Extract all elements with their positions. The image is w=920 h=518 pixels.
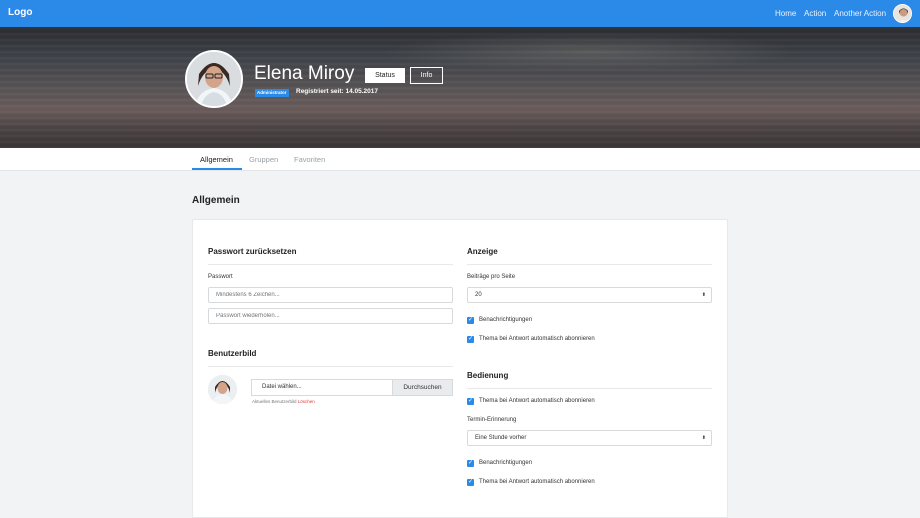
divider	[467, 388, 712, 389]
current-user-image	[208, 375, 237, 404]
nav-link-action[interactable]: Action	[804, 9, 826, 18]
display-section-title: Anzeige	[467, 247, 498, 256]
current-image-label: Aktuelles Benutzerbild	[252, 399, 297, 404]
password-repeat-input[interactable]	[208, 308, 453, 324]
notifications-label: Benachrichtigungen	[479, 460, 533, 466]
profile-tabs: Allgemein Gruppen Favoriten	[0, 148, 920, 171]
posts-per-page-select[interactable]: 20 ⬍	[467, 287, 712, 303]
reminder-label: Termin-Erinnerung	[467, 417, 517, 423]
status-button[interactable]: Status	[365, 68, 405, 83]
auto-subscribe-label: Thema bei Antwort automatisch abonnieren	[479, 479, 595, 485]
auto-subscribe-label: Thema bei Antwort automatisch abonnieren	[479, 398, 595, 404]
checkbox-checked-icon[interactable]: ✓	[467, 479, 474, 486]
tab-allgemein[interactable]: Allgemein	[200, 155, 233, 164]
nav-link-another-action[interactable]: Another Action	[834, 9, 886, 18]
divider	[208, 366, 453, 367]
user-image-section-title: Benutzerbild	[208, 349, 257, 358]
divider	[467, 264, 712, 265]
password-label: Passwort	[208, 274, 233, 280]
posts-per-page-label: Beiträge pro Seite	[467, 274, 516, 280]
tab-gruppen[interactable]: Gruppen	[249, 155, 278, 164]
profile-name: Elena Miroy	[254, 63, 355, 84]
current-image-hint: Aktuelles Benutzerbild Löschen	[252, 399, 315, 404]
profile-header	[0, 27, 920, 148]
select-arrows-icon: ⬍	[701, 292, 706, 298]
checkbox-checked-icon[interactable]: ✓	[467, 398, 474, 405]
notifications-label: Benachrichtigungen	[479, 317, 533, 323]
password-input[interactable]	[208, 287, 453, 303]
select-arrows-icon: ⬍	[701, 435, 706, 441]
profile-picture	[185, 50, 243, 108]
auto-subscribe-label: Thema bei Antwort automatisch abonnieren	[479, 336, 595, 342]
file-input[interactable]: Datei wählen...	[251, 379, 392, 396]
delete-image-link[interactable]: Löschen	[298, 399, 315, 404]
checkbox-checked-icon[interactable]: ✓	[467, 460, 474, 467]
info-button[interactable]: Info	[410, 67, 443, 84]
active-tab-indicator	[192, 168, 242, 170]
navbar: Logo Home Action Another Action	[0, 0, 920, 27]
checkbox-checked-icon[interactable]: ✓	[467, 317, 474, 324]
checkbox-checked-icon[interactable]: ✓	[467, 336, 474, 343]
tab-favoriten[interactable]: Favoriten	[294, 155, 325, 164]
divider	[208, 264, 453, 265]
role-badge: Administrator	[255, 89, 289, 97]
operation-section-title: Bedienung	[467, 371, 509, 380]
registered-since: Registriert seit: 14.05.2017	[296, 88, 379, 95]
reminder-value: Eine Stunde vorher	[475, 435, 527, 441]
logo[interactable]: Logo	[8, 7, 32, 18]
posts-per-page-value: 20	[475, 292, 482, 298]
user-avatar[interactable]	[893, 4, 912, 23]
reminder-select[interactable]: Eine Stunde vorher ⬍	[467, 430, 712, 446]
nav-link-home[interactable]: Home	[775, 9, 796, 18]
page-title: Allgemein	[192, 195, 240, 206]
browse-button[interactable]: Durchsuchen	[392, 379, 453, 396]
password-section-title: Passwort zurücksetzen	[208, 247, 297, 256]
header-background-texture	[0, 27, 920, 148]
